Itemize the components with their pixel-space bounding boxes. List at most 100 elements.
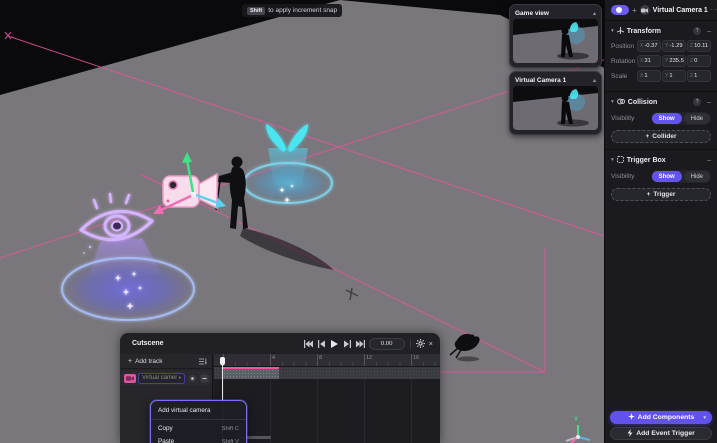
plus-icon: + xyxy=(647,191,651,198)
transform-section: ▾ Transform ? – Position X-0.37 Y-1.29 Z… xyxy=(605,20,717,91)
position-row: Position X-0.37 Y-1.29 Z10.11 xyxy=(611,40,711,52)
plus-icon: + xyxy=(646,133,650,140)
rotation-x-field[interactable]: X31 xyxy=(637,55,661,67)
tooltip-text: to apply increment snap xyxy=(268,7,337,14)
trigger-visibility-toggle: Show Hide xyxy=(651,170,711,183)
add-event-trigger-button[interactable]: Add Event Trigger xyxy=(610,427,712,440)
scale-y-field[interactable]: Y1 xyxy=(662,70,686,82)
visibility-label: Visibility xyxy=(611,173,651,180)
settings-gear-icon[interactable] xyxy=(416,339,425,348)
timeline-panel: Cutscene xyxy=(120,333,440,443)
shift-key-badge: Shift xyxy=(247,7,265,15)
section-title: Trigger Box xyxy=(627,157,701,164)
step-back-icon[interactable] xyxy=(317,339,326,348)
camera-clip[interactable] xyxy=(223,367,279,379)
step-forward-icon[interactable] xyxy=(343,339,352,348)
close-icon[interactable]: × xyxy=(429,339,433,348)
chevron-down-icon[interactable]: ▾ xyxy=(611,99,614,105)
track-camera-icon xyxy=(124,374,136,383)
snap-tooltip: Shift to apply increment snap xyxy=(242,4,342,17)
game-view-title: Game view xyxy=(515,10,549,17)
divider xyxy=(151,419,246,420)
virtual-camera-preview-title: Virtual Camera 1 xyxy=(515,77,566,84)
virtual-camera-preview-panel: Virtual Camera 1 ▴ xyxy=(509,71,602,135)
help-icon[interactable]: ? xyxy=(693,98,701,106)
skip-to-end-icon[interactable] xyxy=(356,339,365,348)
editor-window: Y Shift to apply increment snap Game vie… xyxy=(0,0,717,443)
collapse-icon[interactable]: – xyxy=(707,157,711,164)
sparkle-icon xyxy=(628,413,635,422)
chevron-down-icon[interactable]: ▾ xyxy=(611,157,614,163)
rotation-z-field[interactable]: Z0 xyxy=(687,55,711,67)
track-settings-icon[interactable] xyxy=(187,373,197,383)
track-lane[interactable] xyxy=(214,367,440,379)
section-title: Transform xyxy=(627,28,690,35)
show-button[interactable]: Show xyxy=(652,113,682,124)
camera-icon xyxy=(640,5,650,15)
timeline-ruler[interactable]: 4 8 12 16 xyxy=(214,354,440,367)
wings-hologram[interactable] xyxy=(244,124,332,203)
timeline-title: Cutscene xyxy=(132,340,304,347)
game-view-panel: Game view ▴ xyxy=(509,4,602,68)
purple-sparkle-ring[interactable] xyxy=(62,258,194,320)
inspector-title: Virtual Camera 1 xyxy=(653,7,708,14)
scale-x-field[interactable]: X1 xyxy=(637,70,661,82)
playhead-handle[interactable] xyxy=(220,357,225,365)
axis-y-label: Y xyxy=(574,417,578,423)
bird-silhouette[interactable] xyxy=(450,334,480,362)
event-trigger-icon xyxy=(627,429,633,439)
chevron-down-icon[interactable]: ▾ xyxy=(611,28,614,34)
scale-z-field[interactable]: Z1 xyxy=(687,70,711,82)
enable-toggle[interactable] xyxy=(611,5,629,15)
chevron-down-icon: ▾ xyxy=(179,375,181,381)
position-z-field[interactable]: Z10.11 xyxy=(687,40,711,52)
timeline-grid xyxy=(214,379,440,443)
virtual-camera-track[interactable]: Virtual camera ▾ xyxy=(120,371,212,385)
help-icon[interactable]: ? xyxy=(693,27,701,35)
menu-item-add-virtual-camera[interactable]: Add virtual camera xyxy=(151,404,246,417)
collapse-icon[interactable]: – xyxy=(707,28,711,35)
rotation-y-field[interactable]: Y235.5 xyxy=(662,55,686,67)
collision-section: ▾ Collision ? – Visibility Show Hide + C… xyxy=(605,91,717,149)
collapse-icon[interactable]: – xyxy=(707,99,711,106)
trigger-box-icon xyxy=(617,156,624,165)
more-menu-icon[interactable]: ··· xyxy=(711,7,717,13)
plus-icon: + xyxy=(128,358,132,365)
hide-button[interactable]: Hide xyxy=(684,113,710,124)
collapse-chevron-icon[interactable]: ▴ xyxy=(593,77,596,84)
track-remove-icon[interactable] xyxy=(199,373,209,383)
game-view-thumbnail[interactable] xyxy=(513,19,598,63)
show-button[interactable]: Show xyxy=(652,171,682,182)
inspector-panel: + Virtual Camera 1 ··· × ▾ Transform ? –… xyxy=(604,0,717,443)
position-x-field[interactable]: X-0.37 xyxy=(637,40,661,52)
timeline-tracks-area[interactable]: 4 8 12 16 xyxy=(214,354,440,443)
time-input[interactable] xyxy=(369,338,405,350)
track-name-select[interactable]: Virtual camera ▾ xyxy=(138,373,185,384)
reorder-tracks-icon[interactable] xyxy=(199,352,207,370)
virtual-camera-thumbnail[interactable] xyxy=(513,86,598,130)
hide-button[interactable]: Hide xyxy=(684,171,710,182)
collapse-chevron-icon[interactable]: ▴ xyxy=(593,10,596,17)
chevron-down-icon: ▾ xyxy=(703,415,706,421)
trigger-box-section: ▾ Trigger Box – Visibility Show Hide + T… xyxy=(605,149,717,207)
add-icon[interactable]: + xyxy=(632,6,637,15)
menu-item-paste[interactable]: Paste Shift V xyxy=(151,435,246,443)
rotation-row: Rotation X31 Y235.5 Z0 xyxy=(611,55,711,67)
add-track-button[interactable]: + Add track xyxy=(120,354,212,369)
menu-item-copy[interactable]: Copy Shift C xyxy=(151,422,246,435)
track-context-menu: Add virtual camera Copy Shift C Paste Sh… xyxy=(150,400,247,443)
skip-to-start-icon[interactable] xyxy=(304,339,313,348)
camera-gizmo[interactable] xyxy=(153,152,226,214)
collision-visibility-toggle: Show Hide xyxy=(651,112,711,125)
add-components-button[interactable]: Add Components ▾ xyxy=(610,411,712,424)
divider xyxy=(410,339,411,349)
position-y-field[interactable]: Y-1.29 xyxy=(662,40,686,52)
collision-icon xyxy=(617,98,625,107)
visibility-label: Visibility xyxy=(611,115,651,122)
axis-orientation-gizmo[interactable]: Y xyxy=(566,417,590,443)
play-icon[interactable] xyxy=(330,339,339,348)
scale-row: Scale X1 Y1 Z1 xyxy=(611,70,711,82)
add-collider-button[interactable]: + Collider xyxy=(611,130,711,143)
add-trigger-button[interactable]: + Trigger xyxy=(611,188,711,201)
section-title: Collision xyxy=(628,99,690,106)
